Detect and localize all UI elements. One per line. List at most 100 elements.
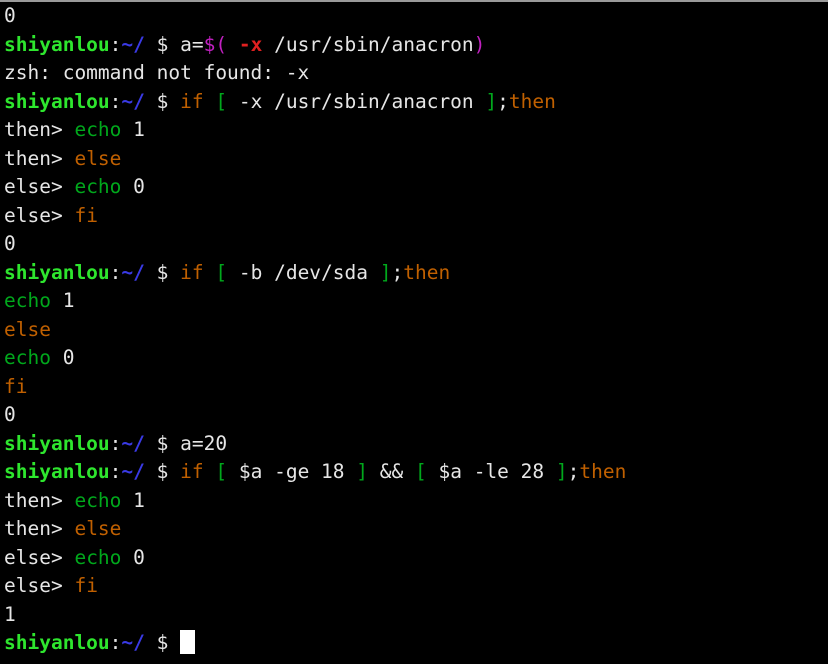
terminal-text-segment: ) bbox=[473, 32, 486, 56]
terminal-line: echo 1 bbox=[4, 287, 828, 316]
terminal-text-segment: then> bbox=[4, 488, 75, 512]
terminal-text-segment: 1 bbox=[50, 289, 75, 312]
terminal-text-segment: then> bbox=[4, 146, 75, 170]
terminal-text-segment: a= bbox=[180, 32, 204, 56]
terminal-text-segment: 1 bbox=[121, 118, 145, 141]
terminal-text-segment: [ bbox=[215, 460, 228, 483]
terminal-text-segment: else> bbox=[4, 545, 75, 569]
terminal-text-segment: then bbox=[508, 89, 556, 113]
terminal-line: fi bbox=[4, 373, 828, 402]
terminal-text-segment: then bbox=[579, 460, 627, 483]
terminal-text-segment: 0 bbox=[4, 4, 16, 27]
terminal-text-segment: shiyanlou bbox=[4, 460, 110, 483]
terminal-window[interactable]: 0 shiyanlou:~/ $ a=$( -x /usr/sbin/anacro… bbox=[0, 0, 828, 664]
terminal-line: echo 0 bbox=[4, 344, 828, 373]
terminal-text-segment: $a -le 28 bbox=[426, 460, 556, 483]
terminal-text-segment: 0 bbox=[121, 545, 145, 569]
terminal-text-segment: : bbox=[109, 32, 122, 56]
terminal-line: else bbox=[4, 316, 828, 345]
terminal-line: then> echo 1 bbox=[4, 487, 828, 516]
terminal-line: 1 bbox=[4, 601, 828, 630]
terminal-text-segment: 1 bbox=[121, 488, 145, 512]
terminal-line: else> echo 0 bbox=[4, 544, 828, 573]
terminal-text-segment: [ bbox=[215, 260, 228, 284]
terminal-text-segment: -x bbox=[238, 32, 263, 56]
terminal-text-segment: $ bbox=[144, 32, 181, 56]
terminal-text-segment: : bbox=[109, 260, 122, 284]
terminal-text-segment: ] bbox=[356, 460, 369, 483]
terminal-text-segment: && bbox=[368, 460, 415, 483]
terminal-text-segment: echo bbox=[74, 545, 122, 569]
terminal-text-segment: shiyanlou bbox=[4, 631, 110, 654]
terminal-line: else> fi bbox=[4, 202, 828, 231]
terminal-text-segment: ~/ bbox=[121, 431, 145, 455]
terminal-line: shiyanlou:~/ $ a=20 bbox=[4, 430, 828, 459]
terminal-text-segment: if bbox=[180, 260, 204, 284]
terminal-line: shiyanlou:~/ $ if [ $a -ge 18 ] && [ $a … bbox=[4, 458, 828, 487]
terminal-text-segment: [ bbox=[414, 460, 427, 483]
terminal-text-segment: else> bbox=[4, 203, 75, 227]
terminal-cursor bbox=[180, 630, 196, 654]
terminal-text-segment: shiyanlou bbox=[4, 89, 110, 113]
terminal-text-segment: 0 bbox=[50, 346, 75, 369]
terminal-text-segment: echo bbox=[4, 289, 51, 312]
terminal-text-segment: ~/ bbox=[121, 260, 145, 284]
terminal-line: zsh: command not found: -x bbox=[4, 59, 828, 88]
terminal-text-segment: echo bbox=[4, 346, 51, 369]
terminal-line: shiyanlou:~/ $ if [ -b /dev/sda ];then bbox=[4, 259, 828, 288]
terminal-line: 0 bbox=[4, 2, 828, 31]
terminal-text-segment: ] bbox=[485, 89, 498, 113]
terminal-line: shiyanlou:~/ $ if [ -x /usr/sbin/anacron… bbox=[4, 88, 828, 117]
terminal-text-segment: 0 bbox=[4, 232, 16, 255]
terminal-text-segment: fi bbox=[74, 203, 98, 227]
terminal-text-segment: fi bbox=[74, 574, 98, 597]
terminal-text-segment: ~/ bbox=[121, 460, 145, 483]
terminal-text-segment: else> bbox=[4, 574, 75, 597]
terminal-text-segment: shiyanlou bbox=[4, 260, 110, 284]
terminal-text-segment: if bbox=[180, 89, 204, 113]
terminal-text-segment: then bbox=[403, 260, 451, 284]
terminal-text-segment: $ bbox=[144, 431, 181, 455]
terminal-line: then> echo 1 bbox=[4, 116, 828, 145]
terminal-text-segment: echo bbox=[74, 118, 122, 141]
terminal-text-segment: ~/ bbox=[121, 32, 145, 56]
terminal-text-segment: else bbox=[74, 146, 122, 170]
terminal-text-segment: : bbox=[109, 631, 122, 654]
terminal-text-segment: /usr/sbin/anacron bbox=[262, 32, 474, 56]
terminal-line: 0 bbox=[4, 401, 828, 430]
terminal-text-segment: $ bbox=[144, 89, 181, 113]
terminal-text-segment: if bbox=[180, 460, 204, 483]
terminal-line: else> echo 0 bbox=[4, 173, 828, 202]
terminal-text-segment: [ bbox=[215, 89, 228, 113]
terminal-line: shiyanlou:~/ $ bbox=[4, 629, 828, 658]
terminal-line: else> fi bbox=[4, 572, 828, 601]
terminal-text-segment: ] bbox=[555, 460, 568, 483]
terminal-text-segment: else> bbox=[4, 175, 75, 198]
terminal-text-segment: fi bbox=[4, 374, 28, 398]
terminal-screen[interactable]: 0 shiyanlou:~/ $ a=$( -x /usr/sbin/anacro… bbox=[4, 2, 828, 658]
terminal-text-segment: ~/ bbox=[121, 631, 145, 654]
terminal-text-segment: -b /dev/sda bbox=[227, 260, 380, 284]
terminal-text-segment: shiyanlou bbox=[4, 32, 110, 56]
terminal-text-segment: $ bbox=[144, 460, 181, 483]
terminal-text-segment: ; bbox=[497, 89, 509, 113]
terminal-text-segment: shiyanlou bbox=[4, 431, 110, 455]
terminal-line: then> else bbox=[4, 145, 828, 174]
terminal-text-segment: echo bbox=[74, 175, 122, 198]
terminal-text-segment: ] bbox=[379, 260, 392, 284]
terminal-text-segment: $( bbox=[203, 32, 228, 56]
terminal-text-segment: $ bbox=[144, 260, 181, 284]
terminal-text-segment: 0 bbox=[121, 175, 145, 198]
terminal-text-segment: $a -ge 18 bbox=[227, 460, 357, 483]
terminal-text-segment: else bbox=[74, 517, 122, 540]
terminal-text-segment: echo bbox=[74, 488, 122, 512]
terminal-text-segment: -x /usr/sbin/anacron bbox=[227, 89, 486, 113]
terminal-text-segment: : bbox=[109, 460, 122, 483]
terminal-line: 0 bbox=[4, 230, 828, 259]
terminal-text-segment: a=20 bbox=[180, 431, 228, 455]
terminal-text-segment: 0 bbox=[4, 403, 16, 426]
